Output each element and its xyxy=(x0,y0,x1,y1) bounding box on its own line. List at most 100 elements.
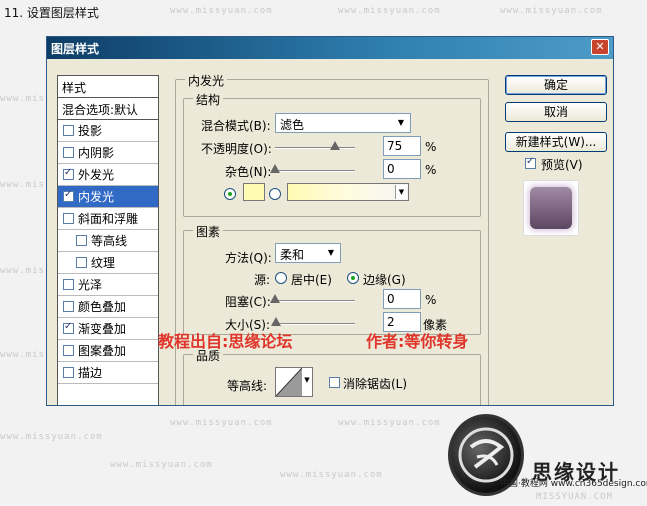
size-slider-thumb[interactable] xyxy=(270,317,281,326)
style-item-checkbox[interactable] xyxy=(63,279,74,290)
style-item-checkbox[interactable] xyxy=(63,189,74,202)
watermark: www.missyuan.com xyxy=(110,460,213,470)
watermark: www.missyuan.com xyxy=(0,432,103,442)
style-item-label: 颜色叠加 xyxy=(78,300,127,314)
layer-style-dialog: 图层样式 ✕ 样式 混合选项:默认 投影内阴影外发光内发光斜面和浮雕等高线纹理光… xyxy=(46,36,614,406)
site-url-text: 中国·教程网 www.cn365design.com xyxy=(500,479,647,489)
style-item-6[interactable]: 纹理 xyxy=(58,252,158,274)
contour-picker[interactable]: ▼ xyxy=(275,367,313,397)
source-edge-radio[interactable] xyxy=(347,272,359,284)
style-item-2[interactable]: 外发光 xyxy=(58,164,158,186)
style-preview-swatch xyxy=(523,180,579,236)
opacity-slider[interactable] xyxy=(275,141,355,150)
contour-label: 等高线: xyxy=(227,379,268,393)
style-item-3[interactable]: 内发光 xyxy=(58,186,158,208)
watermark: MISSYUAN.COM xyxy=(536,492,614,502)
noise-slider-thumb[interactable] xyxy=(270,164,280,173)
contour-curve-icon xyxy=(276,368,302,396)
choke-input[interactable]: 0 xyxy=(383,289,421,309)
anti-alias-label[interactable]: 消除锯齿(L) xyxy=(343,375,407,392)
source-label: 源: xyxy=(254,273,271,287)
choke-slider-thumb[interactable] xyxy=(270,294,280,303)
author-text: 作者:等你转身 xyxy=(366,332,469,351)
style-item-label: 内发光 xyxy=(78,190,115,204)
style-item-checkbox[interactable] xyxy=(76,257,87,268)
choke-unit: % xyxy=(425,293,437,307)
step-title: 11. 设置图层样式 xyxy=(4,6,99,20)
cancel-button[interactable]: 取消 xyxy=(505,102,607,122)
watermark: www.missyuan.com xyxy=(170,418,273,428)
style-item-checkbox[interactable] xyxy=(63,213,74,224)
opacity-unit: % xyxy=(425,140,437,154)
opacity-slider-thumb[interactable] xyxy=(330,141,340,150)
style-item-label: 光泽 xyxy=(78,278,103,292)
glow-color-swatch[interactable] xyxy=(243,183,265,201)
preview-checkbox[interactable] xyxy=(525,156,536,169)
solid-color-radio[interactable] xyxy=(224,188,236,200)
style-item-checkbox[interactable] xyxy=(63,345,74,356)
watermark: www.missyuan.com xyxy=(338,6,441,16)
blend-mode-select[interactable]: 滤色 ▼ xyxy=(275,113,411,133)
blend-mode-value: 滤色 xyxy=(280,118,305,132)
gradient-radio[interactable] xyxy=(269,188,281,200)
opacity-label: 不透明度(O): xyxy=(201,142,272,156)
elements-title: 图素 xyxy=(193,223,224,240)
style-item-8[interactable]: 颜色叠加 xyxy=(58,296,158,318)
dropdown-arrow-icon: ▼ xyxy=(327,248,335,257)
style-item-9[interactable]: 渐变叠加 xyxy=(58,318,158,340)
style-item-label: 图案叠加 xyxy=(78,344,127,358)
watermark: www.missyuan.com xyxy=(500,6,603,16)
new-style-button[interactable]: 新建样式(W)... xyxy=(505,132,607,152)
inner-glow-title: 内发光 xyxy=(185,72,228,89)
style-item-11[interactable]: 描边 xyxy=(58,362,158,384)
style-item-checkbox[interactable] xyxy=(63,301,74,312)
preview-label[interactable]: 预览(V) xyxy=(541,156,583,173)
anti-alias-checkbox[interactable] xyxy=(329,377,340,388)
source-edge-label[interactable]: 边缘(G) xyxy=(363,271,406,288)
style-item-5[interactable]: 等高线 xyxy=(58,230,158,252)
styles-header[interactable]: 样式 xyxy=(58,76,158,98)
style-item-label: 外发光 xyxy=(78,168,115,182)
noise-label: 杂色(N): xyxy=(225,165,272,179)
style-item-1[interactable]: 内阴影 xyxy=(58,142,158,164)
noise-input[interactable]: 0 xyxy=(383,159,421,179)
structure-title: 结构 xyxy=(193,91,224,108)
style-item-7[interactable]: 光泽 xyxy=(58,274,158,296)
dropdown-arrow-icon: ▼ xyxy=(395,185,407,199)
watermark: www.missyuan.com xyxy=(338,418,441,428)
blend-mode-label: 混合模式(B): xyxy=(201,119,271,133)
style-item-checkbox[interactable] xyxy=(63,167,74,180)
source-center-label[interactable]: 居中(E) xyxy=(291,271,332,288)
source-center-radio[interactable] xyxy=(275,272,287,284)
dialog-titlebar[interactable]: 图层样式 ✕ xyxy=(47,37,613,59)
choke-label: 阻塞(C): xyxy=(225,295,271,309)
blend-options-item[interactable]: 混合选项:默认 xyxy=(58,98,158,120)
style-item-checkbox[interactable] xyxy=(63,125,74,136)
watermark: www.missyuan.com xyxy=(280,470,383,480)
tutorial-source-text: 教程出自:思缘论坛 xyxy=(158,332,293,351)
style-item-4[interactable]: 斜面和浮雕 xyxy=(58,208,158,230)
style-item-10[interactable]: 图案叠加 xyxy=(58,340,158,362)
style-item-label: 渐变叠加 xyxy=(78,322,127,336)
gradient-picker[interactable]: ▼ xyxy=(287,183,409,201)
dropdown-arrow-icon: ▼ xyxy=(304,376,310,384)
style-item-checkbox[interactable] xyxy=(63,367,74,378)
watermark: www.missyuan.com xyxy=(170,6,273,16)
size-slider[interactable] xyxy=(270,317,355,326)
close-icon[interactable]: ✕ xyxy=(591,39,609,55)
method-select[interactable]: 柔和 ▼ xyxy=(275,243,341,263)
style-item-label: 内阴影 xyxy=(78,146,115,160)
noise-slider[interactable] xyxy=(270,164,355,173)
ok-button[interactable]: 确定 xyxy=(505,75,607,95)
style-item-checkbox[interactable] xyxy=(63,147,74,158)
style-item-checkbox[interactable] xyxy=(63,321,74,334)
dropdown-arrow-icon: ▼ xyxy=(397,118,405,127)
choke-slider[interactable] xyxy=(270,294,355,303)
noise-unit: % xyxy=(425,163,437,177)
style-item-label: 纹理 xyxy=(91,256,116,270)
style-item-label: 斜面和浮雕 xyxy=(78,212,139,226)
opacity-input[interactable]: 75 xyxy=(383,136,421,156)
style-item-0[interactable]: 投影 xyxy=(58,120,158,142)
style-item-checkbox[interactable] xyxy=(76,235,87,246)
method-value: 柔和 xyxy=(280,248,305,262)
